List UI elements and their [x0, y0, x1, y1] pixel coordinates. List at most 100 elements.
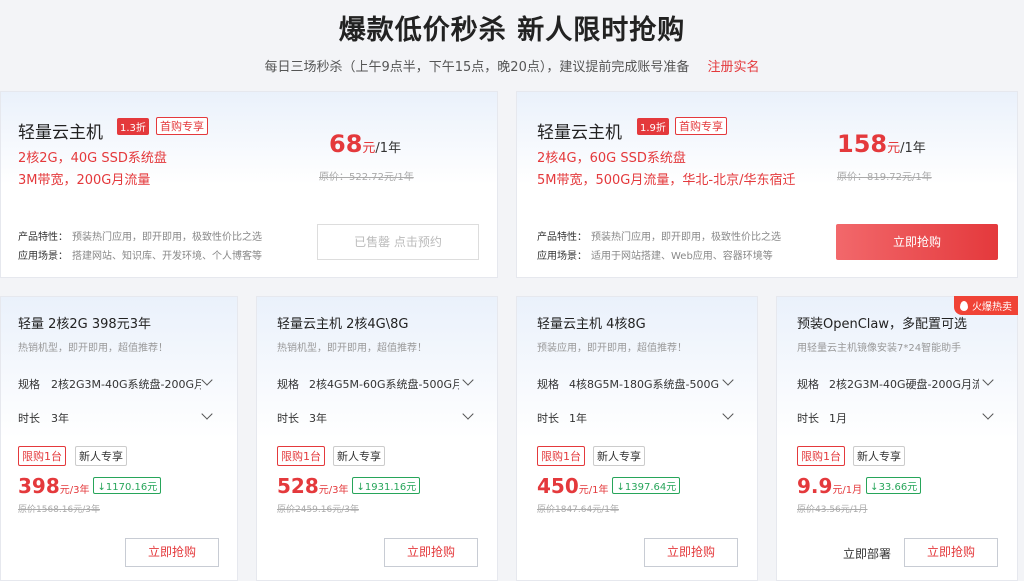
buy-now-button[interactable]: 立即抢购 — [836, 224, 998, 260]
spec-select[interactable]: 4核8G5M-180G系统盘-500G月流量 — [569, 376, 719, 392]
product-desc: 用轻量云主机镜像安装7*24智能助手 — [797, 343, 962, 354]
savings-amount: 1931.16元 — [364, 482, 417, 493]
product-card-1: 轻量 2核2G 398元3年 热销机型，即开即用，超值推荐！ 规格 2核2G3M… — [0, 296, 238, 581]
limit-badge: 限购1台 — [277, 446, 325, 466]
price-unit: 元 — [887, 141, 901, 156]
original-price: 原价43.56元/1月 — [797, 505, 868, 515]
price: 398元/3年 ↓1170.16元 — [18, 474, 162, 498]
duration-label: 时长 — [797, 412, 819, 425]
limit-badge: 限购1台 — [18, 446, 66, 466]
discount-badge: 1.9折 — [637, 118, 669, 135]
new-user-badge: 新人专享 — [593, 446, 645, 466]
price: 158元/1年 — [837, 130, 926, 158]
price-unit: 元/1月 — [832, 485, 863, 496]
product-desc: 预装应用，即开即用，超值推荐！ — [537, 343, 687, 354]
chevron-down-icon[interactable] — [722, 374, 734, 386]
first-purchase-badge: 首购专享 — [156, 117, 208, 135]
hot-sale-label: 火爆热卖 — [972, 302, 1012, 313]
limit-badge: 限购1台 — [797, 446, 845, 466]
feature-row: 产品特性： 预装热门应用，即开即用，极致性价比之选 — [18, 228, 262, 243]
savings-amount: 1170.16元 — [105, 482, 158, 493]
duration-select[interactable]: 1年 — [569, 410, 719, 426]
new-user-badge: 新人专享 — [75, 446, 127, 466]
new-user-badge: 新人专享 — [853, 446, 905, 466]
feature-value: 预装热门应用，即开即用，极致性价比之选 — [591, 232, 781, 243]
chevron-down-icon[interactable] — [201, 408, 213, 420]
price-value: 68 — [329, 130, 363, 158]
price: 68元/1年 — [329, 130, 401, 158]
first-purchase-badge: 首购专享 — [675, 117, 727, 135]
product-name: 轻量云主机 — [537, 123, 622, 143]
chevron-down-icon[interactable] — [462, 374, 474, 386]
savings-amount: 33.66元 — [878, 482, 918, 493]
savings-amount: 1397.64元 — [624, 482, 677, 493]
spec-select[interactable]: 2核2G3M-40G硬盘-200G月流量 — [829, 376, 979, 392]
original-price: 原价1568.16元/3年 — [18, 505, 100, 515]
product-name: 轻量云主机 — [18, 123, 103, 143]
feature-label: 产品特性： — [537, 232, 587, 243]
price-unit: 元/3年 — [59, 485, 90, 496]
price-value: 528 — [277, 474, 319, 498]
price-value: 158 — [837, 130, 888, 158]
product-desc: 热销机型，即开即用，超值推荐！ — [277, 343, 427, 354]
price: 9.9元/1月 ↓33.66元 — [797, 474, 922, 498]
price: 528元/3年 ↓1931.16元 — [277, 474, 421, 498]
subtitle-text: 每日三场秒杀（上午9点半，下午15点，晚20点），建议提前完成账号准备 — [264, 60, 690, 75]
spec-select[interactable]: 2核2G3M-40G系统盘-200G月流量 — [51, 376, 201, 392]
spec-line-1: 2核2G，40G SSD系统盘 — [18, 151, 167, 166]
buy-now-button[interactable]: 立即抢购 — [125, 538, 219, 567]
chevron-down-icon[interactable] — [201, 374, 213, 386]
spec-line-2: 3M带宽，200G月流量 — [18, 173, 151, 188]
price-unit: 元/3年 — [318, 485, 349, 496]
discount-badge: 1.3折 — [117, 118, 149, 135]
duration-select[interactable]: 3年 — [51, 410, 201, 426]
duration-select[interactable]: 1月 — [829, 410, 979, 426]
price-value: 9.9 — [797, 474, 833, 498]
product-card-featured-1: 轻量云主机 1.3折 首购专享 2核2G，40G SSD系统盘 3M带宽，200… — [0, 91, 498, 278]
savings-badge: ↓1397.64元 — [612, 477, 681, 494]
spec-select[interactable]: 2核4G5M-60G系统盘-500G月流量 — [309, 376, 459, 392]
limit-badge: 限购1台 — [537, 446, 585, 466]
price-unit: 元 — [362, 141, 376, 156]
product-name: 预装OpenClaw，多配置可选 — [797, 317, 968, 332]
savings-badge: ↓33.66元 — [866, 477, 922, 494]
price-period: /1年 — [375, 141, 402, 156]
register-link[interactable]: 注册实名 — [707, 60, 759, 75]
duration-label: 时长 — [537, 412, 559, 425]
scenario-label: 应用场景： — [537, 251, 587, 262]
buy-now-button[interactable]: 立即抢购 — [904, 538, 998, 567]
product-name: 轻量云主机 2核4G\8G — [277, 317, 409, 332]
page-title: 爆款低价秒杀 新人限时抢购 — [338, 15, 686, 46]
spec-label: 规格 — [277, 378, 299, 391]
duration-label: 时长 — [18, 412, 40, 425]
scenario-label: 应用场景： — [18, 251, 68, 262]
price-value: 450 — [537, 474, 579, 498]
chevron-down-icon[interactable] — [462, 408, 474, 420]
scenario-value: 搭建网站、知识库、开发环境、个人博客等 — [72, 251, 262, 262]
flame-icon — [960, 301, 968, 311]
buy-now-button[interactable]: 立即抢购 — [384, 538, 478, 567]
product-card-3: 轻量云主机 4核8G 预装应用，即开即用，超值推荐！ 规格 4核8G5M-180… — [516, 296, 758, 581]
spec-line-1: 2核4G，60G SSD系统盘 — [537, 151, 686, 166]
price-unit: 元/1年 — [578, 485, 609, 496]
savings-badge: ↓1170.16元 — [93, 477, 162, 494]
duration-select[interactable]: 3年 — [309, 410, 459, 426]
deploy-now-link[interactable]: 立即部署 — [843, 545, 891, 562]
chevron-down-icon[interactable] — [982, 408, 994, 420]
spec-label: 规格 — [537, 378, 559, 391]
original-price: 原价2459.16元/3年 — [277, 505, 359, 515]
spec-label: 规格 — [797, 378, 819, 391]
scenario-row: 应用场景： 适用于网站搭建、Web应用、容器环境等 — [537, 247, 773, 262]
page-subtitle: 每日三场秒杀（上午9点半，下午15点，晚20点），建议提前完成账号准备 注册实名 — [0, 56, 1024, 75]
sold-out-reserve-button[interactable]: 已售罄 点击预约 — [317, 224, 479, 260]
chevron-down-icon[interactable] — [982, 374, 994, 386]
savings-badge: ↓1931.16元 — [352, 477, 421, 494]
product-card-featured-2: 轻量云主机 1.9折 首购专享 2核4G，60G SSD系统盘 5M带宽，500… — [516, 91, 1018, 278]
feature-row: 产品特性： 预装热门应用，即开即用，极致性价比之选 — [537, 228, 781, 243]
price-value: 398 — [18, 474, 60, 498]
price-period: /1年 — [900, 141, 926, 156]
chevron-down-icon[interactable] — [722, 408, 734, 420]
spec-label: 规格 — [18, 378, 40, 391]
buy-now-button[interactable]: 立即抢购 — [644, 538, 738, 567]
product-name: 轻量云主机 4核8G — [537, 317, 646, 332]
